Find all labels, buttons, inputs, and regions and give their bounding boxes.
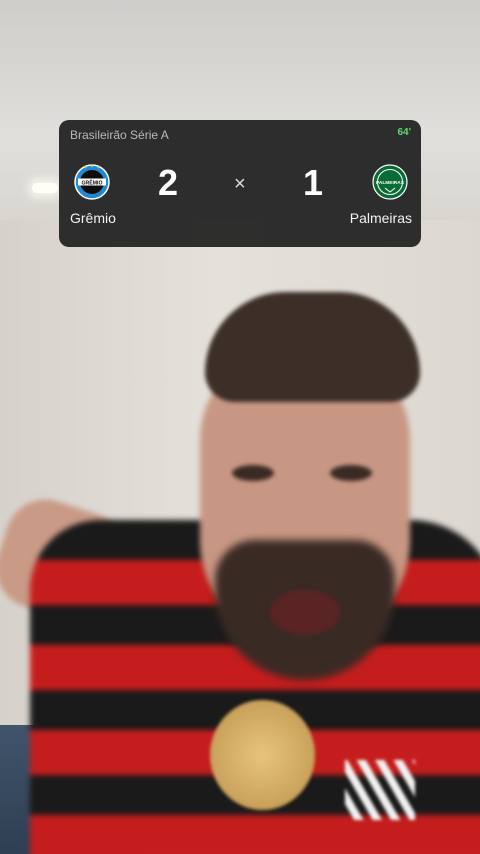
- mouth: [270, 590, 340, 635]
- hair: [205, 292, 420, 402]
- palmeiras-crest-icon: PALMEIRAS: [372, 164, 408, 200]
- gremio-crest-text: GRÊMIO: [81, 178, 102, 186]
- palmeiras-crest-text: PALMEIRAS: [376, 180, 405, 186]
- ceiling-light: [32, 183, 58, 193]
- jersey-badge: [210, 700, 315, 810]
- home-score: 2: [158, 162, 179, 203]
- away-team-name: Palmeiras: [349, 210, 412, 226]
- live-score-widget[interactable]: Brasileirão Série A 64' GRÊMIO 2 × 1 PAL…: [59, 120, 421, 247]
- league-name: Brasileirão Série A: [70, 128, 169, 142]
- away-score: 1: [303, 162, 324, 203]
- score-separator: ×: [234, 173, 246, 195]
- gremio-crest-icon: GRÊMIO: [74, 164, 110, 200]
- jersey-stripes: [345, 760, 415, 820]
- home-team-name: Grêmio: [70, 210, 116, 226]
- match-minute: 64': [397, 127, 411, 138]
- right-eye: [330, 465, 372, 481]
- left-eye: [232, 465, 274, 481]
